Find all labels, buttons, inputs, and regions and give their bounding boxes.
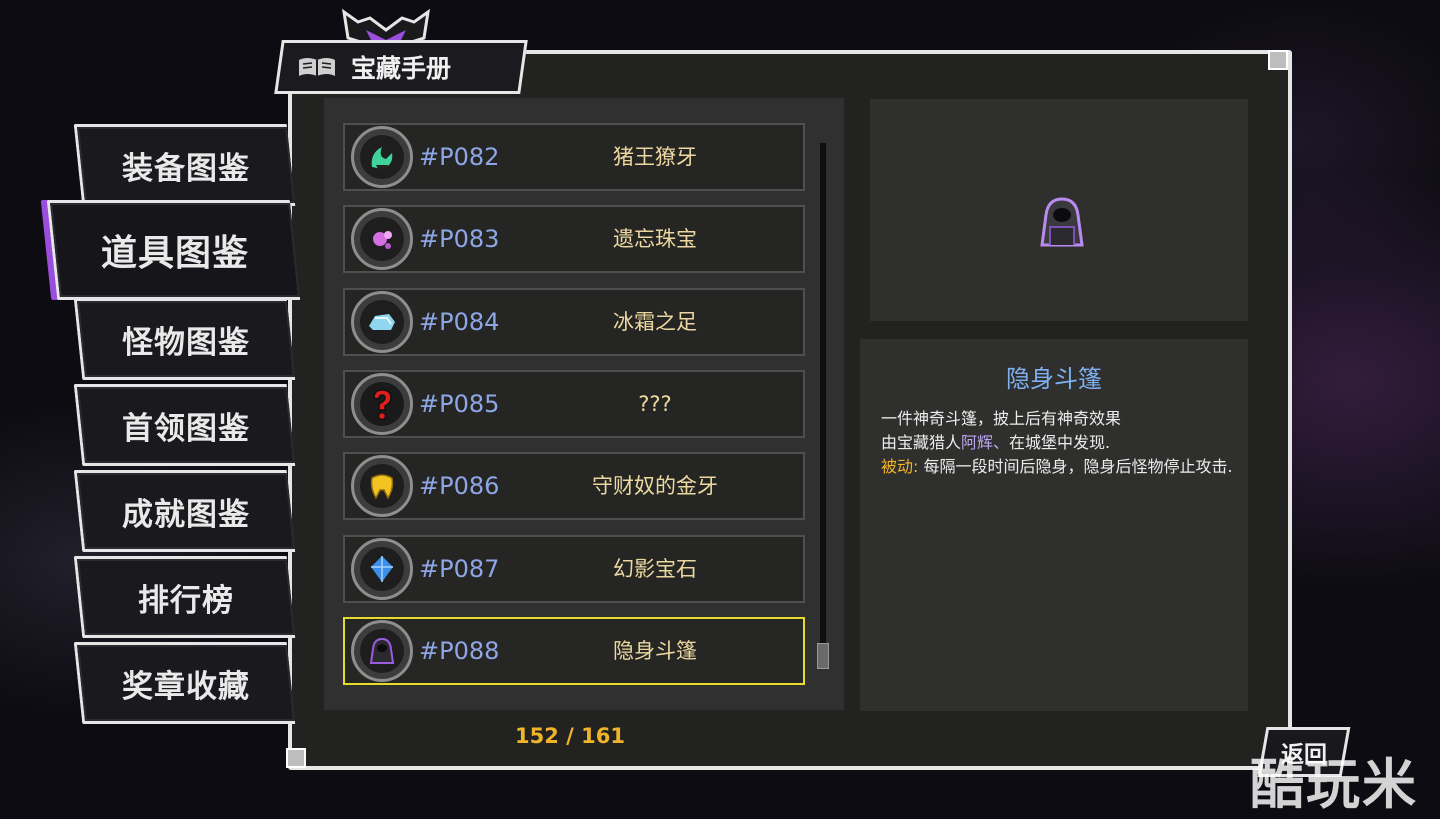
item-description-panel: 隐身斗篷 一件神奇斗篷，披上后有神奇效果 由宝藏猎人阿辉、在城堡中发现. 被动:…	[860, 339, 1248, 711]
description-line: 由宝藏猎人阿辉、在城堡中发现.	[881, 431, 1237, 455]
list-item[interactable]: #P083 遗忘珠宝	[343, 205, 805, 273]
item-name: ???	[638, 392, 672, 416]
tab-monsters[interactable]: 怪物图鉴	[73, 298, 296, 380]
tab-label: 成就图鉴	[122, 496, 250, 533]
tab-achievements[interactable]: 成就图鉴	[73, 470, 296, 552]
tab-label: 装备图鉴	[122, 150, 250, 187]
tab-equipment[interactable]: 装备图鉴	[73, 124, 296, 206]
item-name: 守财奴的金牙	[592, 474, 718, 498]
item-code: #P082	[419, 143, 500, 171]
tab-leaderboard[interactable]: 排行榜	[73, 556, 296, 638]
item-name: 冰霜之足	[613, 310, 697, 334]
tab-label: 排行榜	[138, 582, 234, 619]
item-description: 一件神奇斗篷，披上后有神奇效果 由宝藏猎人阿辉、在城堡中发现. 被动: 每隔一段…	[881, 407, 1237, 479]
jewel-icon	[351, 208, 413, 270]
item-code: #P085	[419, 390, 500, 418]
item-code: #P087	[419, 555, 500, 583]
list-item[interactable]: #P086 守财奴的金牙	[343, 452, 805, 520]
hunter-name: 阿辉、	[961, 433, 1010, 452]
description-text: 在城堡中发现.	[1009, 433, 1111, 452]
scrollbar[interactable]	[820, 143, 826, 669]
item-code: #P086	[419, 472, 500, 500]
tab-label: 奖章收藏	[122, 668, 250, 705]
frame-corner	[1268, 50, 1288, 70]
item-name: 幻影宝石	[613, 557, 697, 581]
item-name: 猪王獠牙	[613, 145, 697, 169]
list-item[interactable]: #P084 冰霜之足	[343, 288, 805, 356]
passive-label: 被动:	[881, 457, 919, 476]
list-item[interactable]: #P085 ???	[343, 370, 805, 438]
description-text: 由宝藏猎人	[881, 433, 962, 452]
passive-text: 每隔一段时间后隐身，隐身后怪物停止攻击.	[918, 457, 1233, 476]
tab-bosses[interactable]: 首领图鉴	[73, 384, 296, 466]
description-line: 一件神奇斗篷，披上后有神奇效果	[881, 409, 1122, 428]
tab-items[interactable]: 道具图鉴	[46, 200, 301, 300]
list-item[interactable]: #P087 幻影宝石	[343, 535, 805, 603]
list-item-selected[interactable]: #P088 隐身斗篷	[343, 617, 805, 685]
item-code: #P083	[419, 225, 500, 253]
watermark: 酷玩米	[1250, 753, 1418, 816]
title-tag: 宝藏手册	[274, 40, 528, 94]
item-preview	[870, 99, 1248, 321]
tab-label: 首领图鉴	[122, 410, 250, 447]
book-icon	[299, 58, 335, 76]
cloak-icon	[1040, 197, 1084, 247]
tab-label: 怪物图鉴	[122, 324, 250, 361]
collection-count: 152 / 161	[515, 724, 625, 748]
tab-medals[interactable]: 奖章收藏	[73, 642, 296, 724]
frost-foot-icon	[351, 291, 413, 353]
passive-description: 被动: 每隔一段时间后隐身，隐身后怪物停止攻击.	[881, 455, 1237, 479]
frame-corner	[286, 748, 306, 768]
list-item[interactable]: #P082 猪王獠牙	[343, 123, 805, 191]
page-title: 宝藏手册	[351, 54, 452, 83]
tab-label: 道具图鉴	[100, 233, 249, 274]
item-code: #P088	[419, 637, 500, 665]
boar-tusk-icon	[351, 126, 413, 188]
question-mark-icon	[351, 373, 413, 435]
item-code: #P084	[419, 308, 500, 336]
item-title: 隐身斗篷	[1006, 365, 1102, 393]
cloak-icon	[351, 620, 413, 682]
item-name: 隐身斗篷	[613, 639, 697, 663]
scrollbar-thumb[interactable]	[817, 643, 829, 669]
gold-tooth-icon	[351, 455, 413, 517]
phantom-gem-icon	[351, 538, 413, 600]
item-name: 遗忘珠宝	[613, 227, 697, 251]
